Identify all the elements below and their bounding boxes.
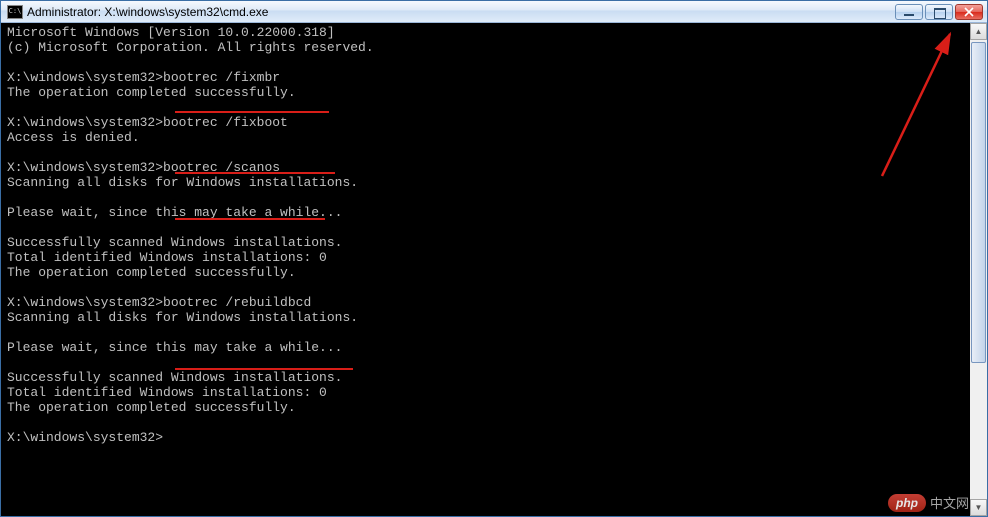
titlebar[interactable]: C:\ Administrator: X:\windows\system32\c… <box>1 1 987 23</box>
minimize-button[interactable] <box>895 4 923 20</box>
cmd-window: C:\ Administrator: X:\windows\system32\c… <box>0 0 988 517</box>
terminal-area: Microsoft Windows [Version 10.0.22000.31… <box>1 23 987 516</box>
watermark-text: 中文网 <box>930 493 969 512</box>
window-controls <box>895 4 983 20</box>
scrollbar[interactable]: ▲ ▼ <box>970 23 987 516</box>
watermark: php 中文网 <box>888 493 969 512</box>
watermark-badge: php <box>888 494 926 512</box>
close-button[interactable] <box>955 4 983 20</box>
cmd-icon: C:\ <box>7 5 23 19</box>
scroll-track[interactable] <box>970 40 987 499</box>
window-title: Administrator: X:\windows\system32\cmd.e… <box>27 5 895 19</box>
scroll-down-button[interactable]: ▼ <box>970 499 987 516</box>
close-icon <box>964 7 974 17</box>
annotation-underline <box>175 172 335 174</box>
maximize-button[interactable] <box>925 4 953 20</box>
scroll-up-button[interactable]: ▲ <box>970 23 987 40</box>
annotation-underline <box>175 218 325 220</box>
scroll-thumb[interactable] <box>971 42 986 363</box>
annotation-underline <box>175 111 329 113</box>
annotation-underline <box>175 368 353 370</box>
terminal-output[interactable]: Microsoft Windows [Version 10.0.22000.31… <box>1 23 970 516</box>
